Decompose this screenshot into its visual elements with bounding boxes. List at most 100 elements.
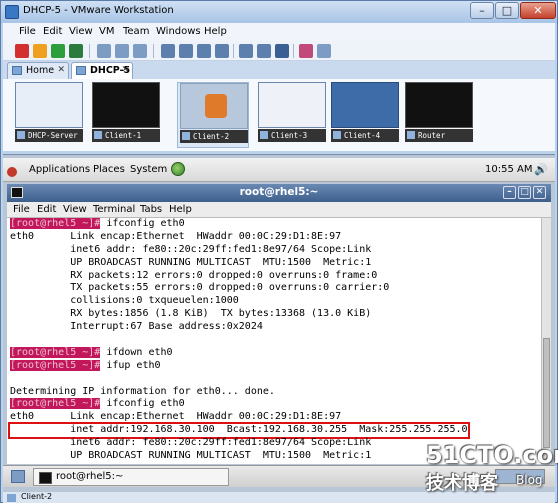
power-on-icon[interactable] — [51, 44, 65, 58]
terminal-line: [root@rhel5 ~]# ifconfig eth0 — [10, 218, 541, 231]
window-titlebar[interactable]: DHCP-5 - VMware Workstation – □ ✕ — [1, 1, 557, 23]
terminal-line: RX packets:12 errors:0 dropped:0 overrun… — [10, 270, 541, 283]
menu-system[interactable]: System — [130, 164, 167, 175]
menu-view[interactable]: View — [69, 26, 93, 37]
menu-help[interactable]: Help — [204, 26, 227, 37]
thumbnail-screen — [92, 82, 160, 128]
terminal-line-text: ifup eth0 — [100, 359, 161, 371]
gnome-foot-icon — [7, 167, 17, 177]
terminal-line-text: ifconfig eth0 — [100, 398, 185, 410]
terminal-menu-view[interactable]: View — [63, 204, 87, 215]
console-view-icon[interactable] — [239, 44, 253, 58]
thumbnail-label: DHCP-Server — [15, 129, 83, 142]
web-browser-icon[interactable] — [171, 162, 185, 176]
show-desktop-icon[interactable] — [11, 470, 25, 483]
terminal-line-text: Interrupt:67 Base address:0x2024 — [10, 321, 263, 333]
close-button[interactable]: ✕ — [520, 2, 556, 19]
vm-icon — [7, 494, 16, 502]
menu-applications[interactable]: Applications — [29, 164, 90, 175]
shell-prompt: [root@rhel5 ~]# — [10, 359, 101, 371]
terminal-line-text: RX packets:12 errors:0 dropped:0 overrun… — [10, 269, 378, 281]
terminal-line-text: collisions:0 txqueuelen:1000 — [10, 295, 239, 307]
thumbnail-router[interactable]: Router — [403, 82, 475, 148]
thumbnail-label: Client-2 — [180, 130, 248, 143]
vmware-app-icon — [5, 5, 19, 19]
snapshot-icon[interactable] — [97, 44, 111, 58]
tab-dhcp-5[interactable]: DHCP-5 ✕ — [71, 62, 133, 79]
thumbnail-bar-icon[interactable] — [275, 44, 289, 58]
vmware-window: DHCP-5 - VMware Workstation – □ ✕ File E… — [0, 0, 558, 503]
maximize-button[interactable]: □ — [495, 2, 519, 19]
terminal-scrollbar[interactable] — [541, 218, 551, 464]
toolbar-separator — [293, 44, 294, 58]
thumbnail-client-4[interactable]: Client-4 — [329, 82, 401, 148]
menu-windows[interactable]: Windows — [156, 26, 201, 37]
home-icon — [12, 66, 22, 75]
full-screen-icon[interactable] — [161, 44, 175, 58]
power-off-icon[interactable] — [15, 44, 29, 58]
tab-home[interactable]: Home ✕ — [7, 62, 69, 79]
terminal-line: [root@rhel5 ~]# ifdown eth0 — [10, 346, 541, 360]
terminal-line-text: RX bytes:1856 (1.8 KiB) TX bytes:13368 (… — [10, 308, 372, 320]
terminal-title: root@rhel5:~ — [239, 186, 319, 198]
menu-vm[interactable]: VM — [99, 26, 114, 37]
thumbnail-screen — [180, 83, 248, 129]
terminal-line: Determining IP information for eth0... d… — [10, 386, 541, 399]
quick-switch-icon[interactable] — [179, 44, 193, 58]
suspend-icon[interactable] — [33, 44, 47, 58]
toolbar-separator — [233, 44, 234, 58]
menu-places[interactable]: Places — [93, 164, 125, 175]
menu-edit[interactable]: Edit — [43, 26, 62, 37]
terminal-line: Interrupt:67 Base address:0x2024 — [10, 321, 541, 334]
tab-close-icon[interactable]: ✕ — [57, 63, 65, 78]
thumbnail-label: Client-4 — [331, 129, 399, 142]
terminal-menu-help[interactable]: Help — [169, 204, 192, 215]
terminal-titlebar[interactable]: root@rhel5:~ – □ ✕ — [7, 184, 551, 202]
terminal-maximize-icon[interactable]: □ — [518, 186, 531, 199]
terminal-close-icon[interactable]: ✕ — [533, 186, 546, 199]
thumbnail-client-1[interactable]: Client-1 — [90, 82, 162, 148]
team-icon[interactable] — [299, 44, 313, 58]
menu-team[interactable]: Team — [123, 26, 149, 37]
revert-snapshot-icon[interactable] — [115, 44, 129, 58]
panel-clock[interactable]: 10:55 AM — [485, 164, 532, 175]
scrollbar-thumb[interactable] — [543, 338, 550, 448]
terminal-line-text: TX packets:55 errors:0 dropped:0 overrun… — [10, 282, 390, 294]
vm-thumbnail-strip: DHCP-Server Client-1 Client-2 Client-3 C… — [3, 79, 555, 151]
reset-icon[interactable] — [69, 44, 83, 58]
snapshot-manager-icon[interactable] — [133, 44, 147, 58]
minimize-button[interactable]: – — [470, 2, 494, 19]
thumbnail-label: Router — [405, 129, 473, 142]
tab-close-icon[interactable]: ✕ — [121, 63, 129, 78]
terminal-line-text: UP BROADCAST RUNNING MULTICAST MTU:1500 … — [10, 450, 372, 462]
terminal-menu-terminal[interactable]: Terminal — [93, 204, 135, 215]
settings-icon[interactable] — [317, 44, 331, 58]
menu-file[interactable]: File — [19, 26, 36, 37]
summary-view-icon[interactable] — [215, 44, 229, 58]
volume-icon[interactable]: 🔊 — [534, 164, 548, 176]
status-vm-name: Client-2 — [21, 492, 53, 501]
thumbnail-client-3[interactable]: Client-3 — [256, 82, 328, 148]
appliance-view-icon[interactable] — [257, 44, 271, 58]
terminal-minimize-icon[interactable]: – — [503, 186, 516, 199]
terminal-output[interactable]: [root@rhel5 ~]# ifconfig eth0 eth0 Link e… — [7, 218, 541, 464]
terminal-line: RX bytes:1856 (1.8 KiB) TX bytes:13368 (… — [10, 308, 541, 321]
terminal-menu-tabs[interactable]: Tabs — [140, 204, 162, 215]
thumbnail-dhcp-server[interactable]: DHCP-Server — [13, 82, 85, 148]
highlighted-inet-addr: inet addr:192.168.30.100 Bcast:192.168.3… — [8, 422, 470, 440]
terminal-line-text: eth0 Link encap:Ethernet HWaddr 00:0C:29… — [10, 230, 342, 242]
thumbnail-client-2[interactable]: Client-2 — [177, 82, 249, 148]
terminal-line-text: Determining IP information for eth0... d… — [10, 385, 275, 397]
terminal-line: inet6 addr: fe80::20c:29ff:fed1:8e97/64 … — [10, 244, 541, 257]
terminal-line: inet addr:192.168.30.100 Bcast:192.168.3… — [8, 422, 541, 440]
unity-icon[interactable] — [197, 44, 211, 58]
terminal-menu-edit[interactable]: Edit — [37, 204, 56, 215]
terminal-line-text: inet6 addr: fe80::20c:29ff:fed1:8e97/64 … — [10, 243, 372, 255]
terminal-menu-file[interactable]: File — [13, 204, 30, 215]
gnome-top-panel: Applications Places System 10:55 AM 🔊 — [3, 158, 555, 182]
tab-home-label: Home — [26, 65, 55, 76]
vmware-logo-icon — [205, 94, 227, 118]
taskbar-terminal-button[interactable]: root@rhel5:~ — [33, 468, 229, 486]
terminal-line-text: inet6 addr: fe80::20c:29ff:fed1:8e97/64 … — [10, 437, 372, 449]
